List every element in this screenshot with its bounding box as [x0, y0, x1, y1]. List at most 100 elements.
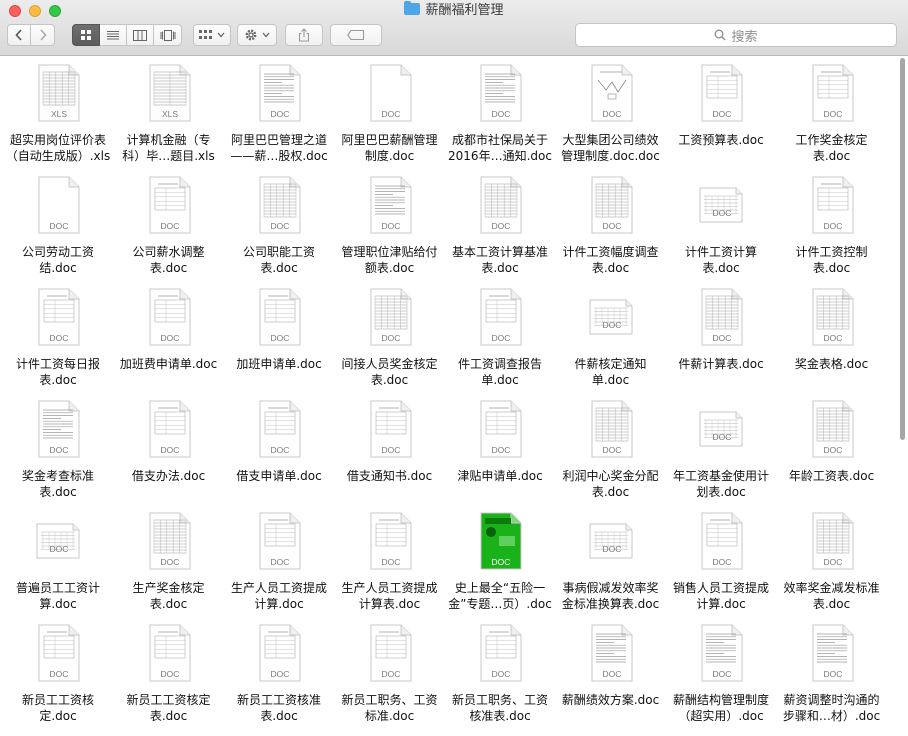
- file-name: 计件工资计算 表.doc: [684, 245, 757, 275]
- file-item[interactable]: DOC 利润中心奖金分配 表.doc: [556, 392, 666, 504]
- file-item[interactable]: DOC 新员工职务、工资 标准.doc: [335, 616, 445, 728]
- file-item[interactable]: DOC 加班申请单.doc: [224, 280, 334, 392]
- file-name: 阿里巴巴薪酬管理 制度.doc: [341, 133, 438, 163]
- file-name: 新员工工资核 定.doc: [21, 693, 94, 723]
- file-type-badge: DOC: [492, 669, 511, 679]
- window-title: 薪酬福利管理: [0, 1, 908, 20]
- back-button[interactable]: [7, 24, 31, 46]
- file-item[interactable]: DOC 成都市社保局关于 2016年…通知.doc: [445, 56, 555, 168]
- file-item[interactable]: DOC 工资预算表.doc: [666, 56, 776, 168]
- doc-file-icon: DOC: [370, 512, 411, 570]
- file-item[interactable]: DOC 借支办法.doc: [114, 392, 224, 504]
- file-item[interactable]: DOC 计件工资每日报 表.doc: [3, 280, 113, 392]
- file-name: 奖金表格.doc: [794, 357, 869, 371]
- file-item[interactable]: DOC 计件工资计算 表.doc: [666, 168, 776, 280]
- file-item[interactable]: DOC 年工资基金使用计 划表.doc: [666, 392, 776, 504]
- file-item[interactable]: DOC 件薪核定通知 单.doc: [556, 280, 666, 392]
- file-item[interactable]: DOC 效率奖金减发标准 表.doc: [777, 504, 887, 616]
- file-type-badge: DOC: [160, 221, 179, 231]
- vertical-scrollbar[interactable]: [900, 58, 905, 440]
- file-item[interactable]: DOC 史上最全“五险一 金”专题…页）.doc: [445, 504, 555, 616]
- file-item[interactable]: DOC 薪酬结构管理制度 （超实用）.doc: [666, 616, 776, 728]
- file-item[interactable]: DOC 奖金表格.doc: [777, 280, 887, 392]
- file-item[interactable]: DOC 新员工工资核定 表.doc: [114, 616, 224, 728]
- doc-file-icon: DOC: [370, 400, 411, 458]
- doc-file-icon: DOC: [480, 400, 522, 458]
- file-item[interactable]: DOC 基本工资计算基准 表.doc: [445, 168, 555, 280]
- doc-file-icon: DOC: [149, 624, 190, 682]
- file-item[interactable]: DOC 事病假减发效率奖 金标准换算表.doc: [556, 504, 666, 616]
- file-type-badge: DOC: [823, 445, 842, 455]
- file-item[interactable]: DOC 新员工工资核准 表.doc: [224, 616, 334, 728]
- search-field[interactable]: 搜索: [575, 23, 897, 47]
- file-name: 薪资调整时沟通的 步骤和…材）.doc: [782, 693, 881, 723]
- file-item[interactable]: DOC 工作奖金核定 表.doc: [777, 56, 887, 168]
- file-item[interactable]: DOC 公司职能工资 表.doc: [224, 168, 334, 280]
- file-item[interactable]: DOC 年龄工资表.doc: [777, 392, 887, 504]
- doc-file-icon: DOC: [589, 523, 632, 559]
- file-item[interactable]: DOC 生产人员工资提成 计算表.doc: [335, 504, 445, 616]
- file-item[interactable]: DOC 大型集团公司绩效 管理制度.doc.doc: [556, 56, 666, 168]
- file-item[interactable]: XLS 超实用岗位评价表 （自动生成版）.xls: [3, 56, 113, 168]
- file-name: 成都市社保局关于 2016年…通知.doc: [448, 133, 552, 163]
- file-name: 新员工职务、工资 核准表.doc: [451, 693, 548, 723]
- file-type-badge: DOC: [602, 221, 621, 231]
- doc-file-icon: DOC: [259, 288, 301, 346]
- doc-file-icon: DOC: [149, 512, 190, 570]
- file-type-badge: DOC: [602, 445, 621, 455]
- file-name: 公司职能工资 表.doc: [242, 245, 315, 275]
- file-item[interactable]: DOC 新员工工资核 定.doc: [3, 616, 113, 728]
- file-item[interactable]: DOC 计件工资控制 表.doc: [777, 168, 887, 280]
- file-item[interactable]: DOC 计件工资幅度调查 表.doc: [556, 168, 666, 280]
- list-view-button[interactable]: [100, 24, 127, 46]
- file-type-badge: DOC: [713, 333, 732, 343]
- share-button[interactable]: [285, 24, 323, 46]
- file-item[interactable]: DOC 薪资调整时沟通的 步骤和…材）.doc: [777, 616, 887, 728]
- file-name: 奖金考查标准 表.doc: [21, 469, 94, 499]
- arrange-button[interactable]: [193, 24, 231, 46]
- file-item[interactable]: DOC 阿里巴巴薪酬管理 制度.doc: [335, 56, 445, 168]
- file-item[interactable]: DOC 生产人员工资提成 计算.doc: [224, 504, 334, 616]
- icon-view-button[interactable]: [72, 24, 100, 46]
- file-item[interactable]: DOC 件工资调查报告 单.doc: [445, 280, 555, 392]
- file-item[interactable]: DOC 间接人员奖金核定 表.doc: [335, 280, 445, 392]
- file-name: 利润中心奖金分配 表.doc: [562, 469, 659, 499]
- file-item[interactable]: DOC 普遍员工工资计 算.doc: [3, 504, 113, 616]
- file-item[interactable]: DOC 借支通知书.doc: [335, 392, 445, 504]
- file-item[interactable]: DOC 借支申请单.doc: [224, 392, 334, 504]
- doc-file-icon: DOC: [701, 64, 743, 122]
- file-item[interactable]: DOC 管理职位津贴给付 额表.doc: [335, 168, 445, 280]
- file-item[interactable]: XLS 计算机金融（专 科）毕…题目.xls: [114, 56, 224, 168]
- file-name: 年工资基金使用计 划表.doc: [672, 469, 769, 499]
- file-item[interactable]: DOC 公司劳动工资 结.doc: [3, 168, 113, 280]
- file-item[interactable]: DOC 销售人员工资提成 计算.doc: [666, 504, 776, 616]
- file-item[interactable]: DOC 公司薪水调整 表.doc: [114, 168, 224, 280]
- doc-file-icon: DOC: [701, 512, 743, 570]
- file-item[interactable]: DOC 津贴申请单.doc: [445, 392, 555, 504]
- file-type-badge: DOC: [271, 669, 290, 679]
- file-type-badge: DOC: [50, 544, 69, 554]
- file-type-badge: DOC: [602, 320, 621, 330]
- doc-file-icon: DOC: [701, 624, 743, 682]
- column-view-button[interactable]: [127, 24, 154, 46]
- file-item[interactable]: DOC 件薪计算表.doc: [666, 280, 776, 392]
- file-name: 间接人员奖金核定 表.doc: [341, 357, 438, 387]
- file-item[interactable]: DOC 奖金考查标准 表.doc: [3, 392, 113, 504]
- file-name: 借支办法.doc: [131, 469, 206, 483]
- file-item[interactable]: DOC 加班费申请单.doc: [114, 280, 224, 392]
- file-item[interactable]: DOC 生产奖金核定 表.doc: [114, 504, 224, 616]
- file-item[interactable]: DOC 薪酬绩效方案.doc: [556, 616, 666, 728]
- file-item[interactable]: DOC 新员工职务、工资 核准表.doc: [445, 616, 555, 728]
- gallery-view-button[interactable]: [154, 24, 182, 46]
- file-name: 新员工工资核准 表.doc: [236, 693, 321, 723]
- tags-button[interactable]: [330, 24, 382, 46]
- file-name: 事病假减发效率奖 金标准换算表.doc: [561, 581, 660, 611]
- doc-file-icon: DOC: [38, 624, 80, 682]
- doc-file-icon: DOC: [259, 64, 301, 122]
- file-type-badge: DOC: [271, 109, 290, 119]
- file-item[interactable]: DOC 阿里巴巴管理之道 ——薪…股权.doc: [224, 56, 334, 168]
- forward-button[interactable]: [31, 24, 55, 46]
- action-button[interactable]: [237, 24, 277, 46]
- file-name: 借支通知书.doc: [346, 469, 433, 483]
- gear-icon: [245, 29, 257, 41]
